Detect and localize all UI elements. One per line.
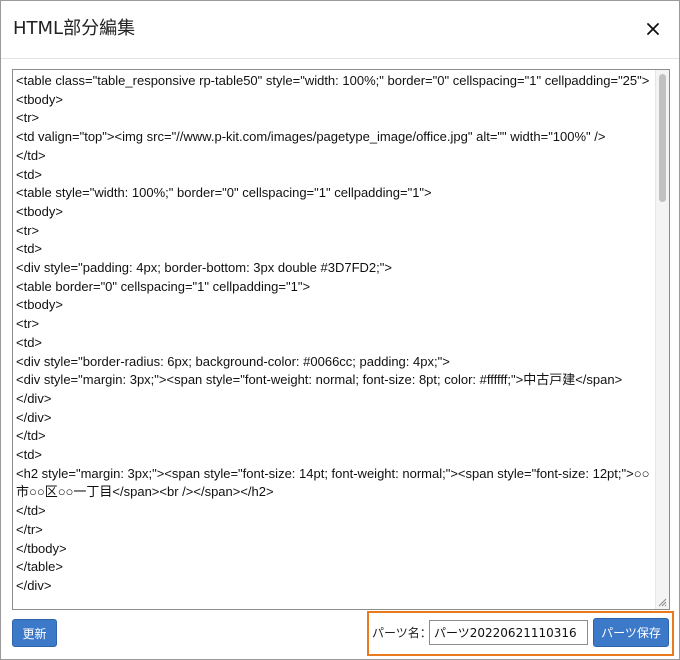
dialog-footer: 更新 パーツ名： パーツ保存 [1,611,679,659]
code-line: <td> [16,447,43,463]
update-button[interactable]: 更新 [12,619,57,647]
code-line: <div style="border-radius: 6px; backgrou… [16,353,450,369]
resize-grip-icon[interactable] [657,597,667,607]
code-line: </td> [16,147,46,163]
html-code-editor[interactable]: <table class="table_responsive rp-table5… [12,69,670,610]
code-line: <td valign="top"><img src="//www.p-kit.c… [16,129,606,145]
close-button[interactable] [641,17,665,41]
code-line: <div style="margin: 3px;"><span style="f… [16,372,623,388]
code-line: </div> [16,390,52,406]
code-line: </div> [16,577,52,593]
code-line: <h2 style="margin: 3px;"><span style="fo… [16,465,650,500]
code-line: <table border="0" cellspacing="1" cellpa… [16,278,311,294]
html-code-content[interactable]: <table class="table_responsive rp-table5… [16,72,656,596]
code-line: </td> [16,428,46,444]
code-line: <tr> [16,110,40,126]
code-line: </tr> [16,521,43,537]
close-icon [647,23,659,35]
html-edit-dialog: HTML部分編集 <table class="table_responsive … [0,0,680,660]
code-line: <table class="table_responsive rp-table5… [16,73,650,88]
editor-scrollbar[interactable] [655,70,669,609]
code-line: <div style="padding: 4px; border-bottom:… [16,260,392,276]
code-line: </table> [16,559,63,575]
code-line: <table style="width: 100%;" border="0" c… [16,185,432,201]
code-line: </td> [16,503,46,519]
save-parts-button[interactable]: パーツ保存 [593,618,669,647]
code-line: </tbody> [16,540,67,556]
code-line: <td> [16,166,43,182]
code-line: <tbody> [16,297,63,313]
scrollbar-thumb[interactable] [659,74,666,202]
code-line: <tbody> [16,203,63,219]
parts-name-input[interactable] [429,620,588,645]
code-line: </div> [16,409,52,425]
parts-name-label: パーツ名： [372,626,432,640]
code-line: <tr> [16,222,40,238]
code-line: <td> [16,334,43,350]
dialog-header: HTML部分編集 [1,1,679,59]
dialog-title: HTML部分編集 [13,18,136,39]
code-line: <tr> [16,316,40,332]
code-line: <td> [16,241,43,257]
code-line: <tbody> [16,91,63,107]
